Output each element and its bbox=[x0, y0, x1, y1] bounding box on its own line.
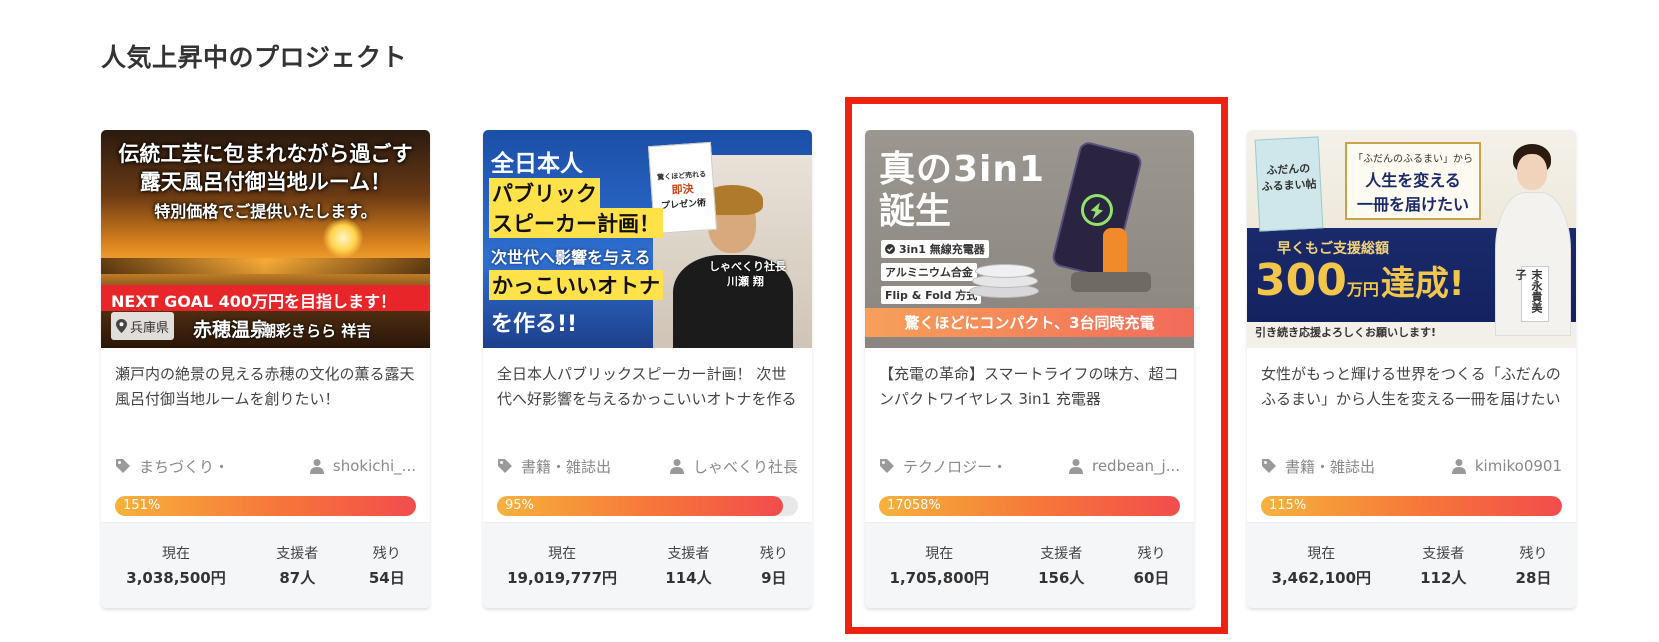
author-text: kimiko0901 bbox=[1474, 457, 1562, 475]
tag-icon bbox=[115, 458, 131, 474]
thumb-hotel: 潮彩きらら 祥吉 bbox=[261, 322, 372, 340]
project-card[interactable]: 真の3in1 誕生 3in1 無線充電器 アルミニウム合金 Flip & Fol… bbox=[865, 130, 1194, 608]
category-link[interactable]: 書籍・雑誌出 bbox=[1261, 456, 1375, 477]
thumb-footer: 引き続き応援よろしくお願いします! bbox=[1255, 326, 1437, 339]
stat-supporters: 支援者 87人 bbox=[276, 546, 319, 587]
project-thumbnail[interactable]: 驚くほど売れる 即決 プレゼン術 全日本人 パブリック スピーカー計画！ 次世代… bbox=[483, 130, 812, 348]
project-card[interactable]: 驚くほど売れる 即決 プレゼン術 全日本人 パブリック スピーカー計画！ 次世代… bbox=[483, 130, 812, 608]
feature-banner: 驚くほどにコンパクト、3台同時充電 bbox=[865, 308, 1194, 337]
author-text: redbean_j... bbox=[1091, 457, 1180, 475]
quote-frame: 「ふだんのふるまい」から 人生を変える 一冊を届けたい bbox=[1345, 142, 1481, 220]
project-stats: 現在 3,038,500円 支援者 87人 残り 54日 bbox=[101, 522, 430, 608]
sea-horizon bbox=[101, 258, 430, 274]
project-thumbnail[interactable]: 真の3in1 誕生 3in1 無線充電器 アルミニウム合金 Flip & Fol… bbox=[865, 130, 1194, 348]
feature-tag: 3in1 無線充電器 bbox=[881, 240, 989, 258]
stat-current-amount: 現在 3,462,100円 bbox=[1271, 546, 1372, 587]
charger-pads bbox=[969, 258, 1043, 304]
project-thumbnail[interactable]: 伝統工芸に包まれながら過ごす 露天風呂付御当地ルーム！ 特別価格でご提供いたしま… bbox=[101, 130, 430, 348]
feature-tag: アルミニウム合金 bbox=[881, 263, 977, 281]
thumb-headline: 伝統工芸に包まれながら過ごす bbox=[118, 142, 413, 166]
user-icon bbox=[1451, 458, 1467, 474]
user-icon bbox=[309, 458, 325, 474]
tag-icon bbox=[497, 458, 513, 474]
stat-supporters: 支援者 112人 bbox=[1420, 546, 1467, 587]
thumb-headline: スピーカー計画！ bbox=[489, 208, 663, 238]
project-card[interactable]: 伝統工芸に包まれながら過ごす 露天風呂付御当地ルーム！ 特別価格でご提供いたしま… bbox=[101, 130, 430, 608]
stat-days-left: 残り 9日 bbox=[759, 546, 788, 587]
book-cover: ふだんの ふるまい帖 bbox=[1254, 136, 1324, 232]
category-text: まちづくり・ bbox=[139, 457, 230, 476]
stat-days-left: 残り 28日 bbox=[1515, 546, 1552, 587]
project-stats: 現在 1,705,800円 支援者 156人 残り 60日 bbox=[865, 522, 1194, 608]
map-pin-icon bbox=[116, 319, 127, 333]
goal-banner-text: NEXT GOAL 400万円を目指します！ bbox=[111, 292, 396, 311]
author-text: shokichi_... bbox=[332, 457, 416, 475]
project-title[interactable]: 【充電の革命】スマートライフの味方、超コンパクトワイヤレス 3in1 充電器 bbox=[879, 362, 1180, 444]
author-text: しゃべくり社長 bbox=[692, 457, 798, 476]
funding-progress-bar: 95% bbox=[497, 496, 798, 516]
charger-stand-base bbox=[1071, 272, 1151, 292]
stat-days-left: 残り 60日 bbox=[1133, 546, 1170, 587]
thumb-headline: 全日本人 bbox=[491, 151, 583, 177]
thumb-name: 川瀬 翔 bbox=[727, 275, 764, 288]
stat-days-left: 残り 54日 bbox=[368, 546, 405, 587]
thumb-subline: かっこいいオトナ bbox=[489, 270, 663, 300]
goal-banner: NEXT GOAL 400万円を目指します！ bbox=[101, 285, 430, 311]
funding-progress-bar: 115% bbox=[1261, 496, 1562, 516]
funding-progress-bar: 151% bbox=[115, 496, 416, 516]
thumb-caption: しゃべくり社長 bbox=[709, 260, 786, 273]
category-link[interactable]: 書籍・雑誌出 bbox=[497, 456, 611, 477]
stat-current-amount: 現在 1,705,800円 bbox=[889, 546, 990, 587]
progress-percent: 151% bbox=[123, 498, 161, 513]
location-text: 兵庫県 bbox=[130, 320, 170, 336]
thumb-subline: を作る!! bbox=[491, 312, 578, 337]
stat-current-amount: 現在 3,038,500円 bbox=[126, 546, 226, 587]
category-text: 書籍・雑誌出 bbox=[521, 457, 612, 476]
stat-current-amount: 現在 19,019,777円 bbox=[507, 546, 618, 587]
category-text: 書籍・雑誌出 bbox=[1285, 457, 1376, 476]
progress-percent: 95% bbox=[505, 498, 534, 513]
project-title[interactable]: 瀬戸内の絶景の見える赤穂の文化の薫る露天風呂付御当地ルームを創りたい！ bbox=[115, 362, 416, 444]
author-link[interactable]: redbean_j... bbox=[1068, 457, 1180, 475]
author-link[interactable]: shokichi_... bbox=[309, 457, 416, 475]
stat-supporters: 支援者 156人 bbox=[1038, 546, 1085, 587]
thumb-subline: 特別価格でご提供いたします。 bbox=[154, 202, 377, 221]
stat-supporters: 支援者 114人 bbox=[665, 546, 712, 587]
category-link[interactable]: まちづくり・ bbox=[115, 456, 229, 477]
author-link[interactable]: しゃべくり社長 bbox=[669, 456, 798, 477]
check-circle-icon bbox=[885, 244, 895, 254]
feature-tag: Flip & Fold 方式 bbox=[881, 286, 982, 304]
thumb-subline: 次世代へ影響を与える bbox=[491, 248, 651, 267]
project-title[interactable]: 全日本人パブリックスピーカー計画！ 次世代へ好影響を与えるかっこいいオトナを作る bbox=[497, 362, 798, 444]
category-text: テクノロジー・ bbox=[903, 457, 1008, 476]
section-title: 人気上昇中のプロジェクト bbox=[101, 43, 408, 72]
tag-icon bbox=[879, 458, 895, 474]
funding-progress-bar: 17058% bbox=[879, 496, 1180, 516]
category-link[interactable]: テクノロジー・ bbox=[879, 456, 1007, 477]
author-link[interactable]: kimiko0901 bbox=[1451, 457, 1562, 475]
thumb-headline: パブリック bbox=[489, 178, 600, 208]
progress-fill bbox=[497, 496, 783, 516]
thumb-headline: 誕生 bbox=[879, 191, 952, 232]
project-card[interactable]: ふだんの ふるまい帖 「ふだんのふるまい」から 人生を変える 一冊を届けたい 早… bbox=[1247, 130, 1576, 608]
project-card-list: 伝統工芸に包まれながら過ごす 露天風呂付御当地ルーム！ 特別価格でご提供いたしま… bbox=[101, 130, 1581, 610]
project-title[interactable]: 女性がもっと輝ける世界をつくる「ふだんのふるまい」から人生を変える一冊を届けたい bbox=[1261, 362, 1562, 444]
thumb-place: 赤穂温泉 bbox=[193, 319, 270, 341]
user-icon bbox=[669, 458, 685, 474]
user-icon bbox=[1068, 458, 1084, 474]
project-stats: 現在 3,462,100円 支援者 112人 残り 28日 bbox=[1247, 522, 1576, 608]
progress-percent: 115% bbox=[1269, 498, 1307, 513]
tag-icon bbox=[1261, 458, 1277, 474]
achievement-amount: 300 万円 達成! bbox=[1255, 255, 1465, 306]
phone-device bbox=[1050, 140, 1144, 280]
sunset-sun bbox=[323, 218, 363, 258]
author-name-plate: 末永貴美子 bbox=[1514, 266, 1549, 322]
project-thumbnail[interactable]: ふだんの ふるまい帖 「ふだんのふるまい」から 人生を変える 一冊を届けたい 早… bbox=[1247, 130, 1576, 348]
project-stats: 現在 19,019,777円 支援者 114人 残り 9日 bbox=[483, 522, 812, 608]
feature-banner-text: 驚くほどにコンパクト、3台同時充電 bbox=[904, 314, 1155, 332]
location-badge: 兵庫県 bbox=[111, 312, 175, 340]
thumb-headline: 露天風呂付御当地ルーム！ bbox=[139, 170, 392, 194]
progress-percent: 17058% bbox=[887, 498, 941, 513]
